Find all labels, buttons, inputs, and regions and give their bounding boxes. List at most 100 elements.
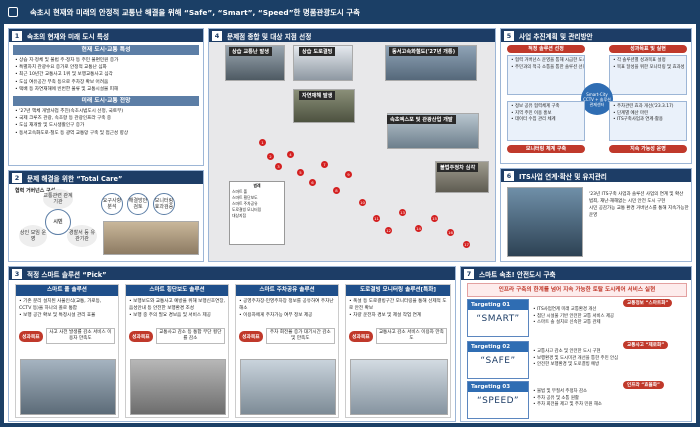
- panel-header: 5 사업 추진계획 및 관리방안: [501, 29, 691, 42]
- goal-text: 교통사고 감소 등 통합 무단 횡단률 감소: [155, 328, 225, 344]
- current-traffic-heading: 현재 도시·교통 특성: [13, 45, 199, 55]
- monitoring-circle: 모니터링 효과검증: [153, 193, 175, 215]
- site-marker[interactable]: 10: [359, 199, 366, 206]
- target-label: Targeting 01: [468, 300, 528, 310]
- panel-header: 3 적정 스마트 솔루션 “Pick”: [9, 267, 455, 280]
- panel-number: 5: [504, 30, 514, 41]
- target-keyword: “SPEED”: [476, 396, 520, 406]
- target-badge: 교통사고 “제로화”: [623, 341, 669, 349]
- solution-title: 스마트 폴 솔루션: [16, 285, 118, 296]
- solution-card-road-ice: 도로결빙 모니터링 솔루션[특화] 폭설 등 도로결빙구간 모니터링을 통해 선…: [345, 284, 451, 418]
- target-safe: Targeting 02 “SAFE”: [467, 341, 529, 379]
- solution-card-parking: 스마트 주차공유 솔루션 공영주차장·민영주차장 정보를 공유하여 주차난 해소…: [235, 284, 339, 418]
- panel-safe-city: 7 스마트 속초! 안전도시 구축 인프라 구축의 한계를 넘어 지속 가능한 토…: [460, 266, 692, 422]
- panel-number: 3: [12, 268, 22, 279]
- target-list: ITS사업연계 미래 교통환경 개선 첨단 시설물 기반 안전한 교통 서비스 …: [533, 307, 653, 327]
- list-item: 폭설 등 도로결빙구간 모니터링을 통해 선제적 도로 안전 확보: [349, 298, 447, 312]
- crosswalk-photo: [130, 359, 226, 415]
- panel-number: 2: [12, 172, 22, 183]
- list-item: 도심 여유공간 부족 등으로 주차장 확보 어려움: [15, 79, 197, 86]
- panel-title: 문제 해결을 위한 “Total Care”: [27, 174, 123, 183]
- site-marker[interactable]: 4: [287, 151, 294, 158]
- target-smart: Targeting 01 “SMART”: [467, 299, 529, 337]
- goal-text: 주차 회전율 증가 대기시간 감소 및 만족도: [265, 328, 335, 344]
- parking-photo: [240, 359, 336, 415]
- future-traffic-list: '27년 액체 개발사업 추진(속초시범도시 선정, 국토부) 국제 크루즈 관…: [9, 108, 203, 137]
- goal-tag: 성과목표: [349, 330, 373, 342]
- its-list: '23년 ITS구축 사업과 솔루션 사업의 연계 및 확산 범죄, 재난·재해…: [589, 191, 689, 219]
- panel-total-care: 2 문제 해결을 위한 “Total Care” 협력 거버넌스 구성 시민 교통…: [8, 170, 204, 262]
- panel-title: 적정 스마트 솔루션 “Pick”: [27, 270, 107, 279]
- site-marker[interactable]: 16: [447, 229, 454, 236]
- photo-label: 상습 도로결빙: [299, 47, 336, 56]
- goal-tag: 성과목표: [19, 330, 43, 342]
- target-list: 불법 및 무질서 주정차 감소 주차 공유 및 소통 원활 주차 회전율 제고 …: [533, 389, 653, 409]
- step-monitoring: 모니터링 체계 구축: [507, 145, 585, 153]
- site-marker[interactable]: 13: [399, 209, 406, 216]
- solution-title: 스마트 주차공유 솔루션: [236, 285, 338, 296]
- target-keyword: “SMART”: [476, 314, 520, 324]
- panel-header: 7 스마트 속초! 안전도시 구축: [461, 267, 691, 280]
- list-item: 차량 운전자 경보 및 제설 작업 연계: [349, 312, 447, 319]
- panel-number: 4: [212, 30, 222, 41]
- site-marker[interactable]: 17: [463, 241, 470, 248]
- legend-item: 대상지점: [232, 213, 246, 218]
- smart-pole-photo: [20, 359, 116, 415]
- photo-label: 동서고속화철도('27년 개통): [389, 47, 459, 56]
- site-marker[interactable]: 11: [373, 215, 380, 222]
- panel-title: 문제점 종합 및 대상 지점 선정: [227, 32, 312, 41]
- agency-circle: 교통관련 관계기관: [43, 189, 73, 209]
- site-marker[interactable]: 2: [267, 153, 274, 160]
- panel-header: 6 ITS사업 연계·확산 및 유지관리: [501, 169, 691, 182]
- site-marker[interactable]: 15: [431, 215, 438, 222]
- target-label: Targeting 02: [468, 342, 528, 352]
- panel-title: 스마트 속초! 안전도시 구축: [479, 270, 556, 279]
- list-item: ITS구축사업과 연계·활용: [613, 117, 683, 124]
- site-marker[interactable]: 14: [415, 225, 422, 232]
- step-sustainable-operation: 지속 가능성 운영: [609, 145, 687, 153]
- site-marker[interactable]: 6: [309, 179, 316, 186]
- photo-label: 속초엑스포 및 관광산업 개발: [387, 115, 456, 124]
- panel-number: 6: [504, 170, 514, 181]
- list-item: 스마트 솔 설치로 신속한 교통 관제: [533, 320, 653, 327]
- target-speed: Targeting 03 “SPEED”: [467, 381, 529, 419]
- list-item: 최근 10년간 교통사고 1위 및 보행교통사고 심각: [15, 71, 197, 78]
- requirement-analysis-circle: 요구사항 분석: [101, 193, 123, 215]
- site-marker[interactable]: 3: [275, 163, 282, 170]
- site-marker[interactable]: 1: [259, 139, 266, 146]
- goal-text: 사고 사전 발생률 감소 서비스 이용자 만족도: [45, 328, 115, 344]
- panel-number: 7: [464, 268, 474, 279]
- vision-banner: 인프라 구축의 한계를 넘어 지속 가능한 토탈 도시케어 서비스 실현: [467, 283, 687, 297]
- panel-number: 1: [12, 30, 22, 41]
- list-item: 보행 공간 확보 및 특정시설 관리 효율: [19, 312, 115, 319]
- police-circle: 경찰서 등 유관기관: [67, 225, 97, 247]
- site-marker[interactable]: 5: [297, 169, 304, 176]
- solution-select-box: 협력 거버넌스 운영을 통해 시급한 도시문제 파악 주민과의 적극 소통을 통…: [507, 55, 585, 95]
- solution-desc: 폭설 등 도로결빙구간 모니터링을 통해 선제적 도로 안전 확보 차량 운전자…: [346, 296, 450, 326]
- panel-header: 1 속초의 현재와 미래 도시 특성: [9, 29, 203, 42]
- solution-desc: 보행보도와 교통사고 예방을 위해 보행신호연장, 음성안내 등 안전한 보행환…: [126, 296, 228, 326]
- list-item: 안전한 보행환경 및 도로결빙 예방: [533, 362, 653, 369]
- panel-title: 속초의 현재와 미래 도시 특성: [27, 32, 109, 41]
- current-traffic-list: 상습 지·정체 및 불법 주·정차 등 주민 불편민원 증가 특별자치 관광수요…: [9, 57, 203, 93]
- site-marker[interactable]: 8: [333, 187, 340, 194]
- future-traffic-heading: 미래 도시·교통 전망: [13, 96, 199, 107]
- solution-goal: 성과목표 교통사고 감소 등 통합 무단 횡단률 감소: [129, 328, 225, 344]
- list-item: 상습 지·정체 및 불법 주·정차 등 주민 불편민원 증가: [15, 57, 197, 64]
- list-item: 특별자치 관광수요 증가로 안정적 교통난 심화: [15, 64, 197, 71]
- merchant-circle: 상인 모임 운영: [19, 225, 47, 247]
- list-item: 시민 공감가능 교통 환경 거버넌스를 통해 지속가능한 운영: [589, 206, 689, 218]
- list-item: 이용자에게 주차가능 여부 정보 제공: [239, 312, 335, 319]
- list-item: 보행 중 주의 필요 경보음 및 서비스 제공: [129, 312, 225, 319]
- step-solution-select: 적정 솔루션 선정: [507, 45, 585, 53]
- site-marker[interactable]: 7: [321, 161, 328, 168]
- list-item: 각 솔루션별 성과목표 설정: [613, 58, 683, 65]
- solution-desc: 공영주차장·민영주차장 정보를 공유하여 주차난 해소 이용자에게 주차가능 여…: [236, 296, 338, 326]
- site-marker[interactable]: 9: [345, 171, 352, 178]
- list-item: 보행보도와 교통사고 예방을 위해 보행신호연장, 음성안내 등 안전한 보행환…: [129, 298, 225, 312]
- panel-header: 2 문제 해결을 위한 “Total Care”: [9, 171, 203, 184]
- photo-label: 불법주정차 심각: [437, 163, 479, 172]
- panel-its-link: 6 ITS사업 연계·확산 및 유지관리 '23년 ITS구축 사업과 솔루션 사…: [500, 168, 692, 262]
- site-marker[interactable]: 12: [385, 227, 392, 234]
- list-item: 국제 크루즈 관광, 속초항 등 관광인프라 구축 중: [15, 115, 197, 122]
